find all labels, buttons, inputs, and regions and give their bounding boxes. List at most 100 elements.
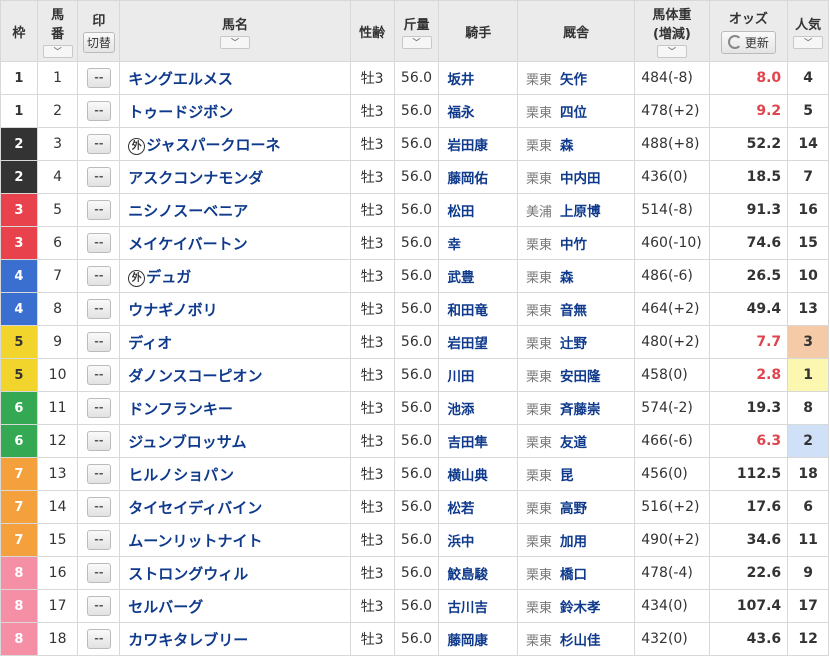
- header-umaban[interactable]: 馬 番 ﹀: [36, 0, 79, 62]
- weight-value: 56.0: [400, 103, 433, 119]
- trainer-region: 美浦: [525, 205, 552, 220]
- horse-name-link[interactable]: ジュンブロッサム: [128, 433, 246, 451]
- weight-value: 56.0: [400, 400, 433, 416]
- horse-name-link[interactable]: キングエルメス: [128, 70, 233, 88]
- odds-value: 19.3: [746, 400, 782, 416]
- mark-select-button[interactable]: --: [86, 497, 111, 517]
- horse-name-link[interactable]: ジャスパークローネ: [146, 136, 280, 154]
- horse-name-link[interactable]: セルバーグ: [128, 598, 203, 616]
- trainer-link[interactable]: 斉藤崇: [560, 402, 601, 418]
- horse-name-link[interactable]: ダノンスコーピオン: [128, 367, 262, 385]
- mark-select-button[interactable]: --: [86, 629, 111, 649]
- refresh-odds-button[interactable]: 更新: [720, 31, 776, 54]
- horse-name-link[interactable]: ウナギノボリ: [128, 301, 217, 319]
- trainer-link[interactable]: 森: [560, 138, 574, 154]
- jockey-link[interactable]: 幸: [447, 237, 461, 253]
- horse-name-link[interactable]: タイセイディバイン: [128, 499, 262, 517]
- trainer-link[interactable]: 辻野: [560, 336, 587, 352]
- mark-select-button[interactable]: --: [86, 233, 111, 253]
- sort-chevron-icon[interactable]: ﹀: [656, 45, 687, 58]
- trainer-link[interactable]: 中内田: [560, 171, 601, 187]
- entry-table: 枠 馬 番 ﹀ 印 切替 馬名 ﹀ 性齢 斤量 ﹀ 騎手 厩舎 馬体重 (増減)…: [0, 0, 829, 656]
- jockey-link[interactable]: 松若: [447, 501, 474, 517]
- horse-name-link[interactable]: トゥードジボン: [128, 103, 233, 121]
- umaban-number: 1: [53, 70, 63, 86]
- jockey-link[interactable]: 藤岡佑: [447, 171, 488, 187]
- header-popularity[interactable]: 人気 ﹀: [787, 0, 829, 62]
- popularity-value: 18: [798, 466, 818, 482]
- jockey-link[interactable]: 藤岡康: [447, 633, 488, 649]
- trainer-link[interactable]: 上原博: [560, 204, 601, 220]
- mark-select-button[interactable]: --: [86, 332, 111, 352]
- sex-age-cell: 牡3: [349, 358, 395, 392]
- jockey-link[interactable]: 岩田望: [447, 336, 488, 352]
- mark-select-button[interactable]: --: [86, 266, 111, 286]
- horse-name-link[interactable]: ヒルノショパン: [128, 466, 234, 484]
- sort-chevron-icon[interactable]: ﹀: [401, 35, 432, 49]
- waku-cell: 4: [0, 292, 38, 326]
- trainer-link[interactable]: 鈴木孝: [560, 600, 601, 616]
- jockey-link[interactable]: 池添: [447, 402, 474, 418]
- jockey-link[interactable]: 古川吉: [447, 600, 488, 616]
- trainer-link[interactable]: 加用: [560, 534, 587, 550]
- jockey-link[interactable]: 浜中: [447, 534, 474, 550]
- horse-name-link[interactable]: ムーンリットナイト: [128, 532, 262, 550]
- trainer-link[interactable]: 高野: [560, 501, 587, 517]
- sort-chevron-icon[interactable]: ﹀: [42, 45, 73, 58]
- jockey-link[interactable]: 福永: [447, 105, 474, 121]
- horse-name-link[interactable]: カワキタレブリー: [128, 631, 248, 649]
- body-weight-cell: 488(+8): [634, 127, 710, 161]
- mark-select-button[interactable]: --: [86, 530, 111, 550]
- mark-select-button[interactable]: --: [86, 101, 111, 121]
- header-horse-name[interactable]: 馬名 ﹀: [119, 0, 351, 62]
- horse-name-link[interactable]: メイケイバートン: [128, 235, 247, 253]
- trainer-cell: 栗東 友道: [516, 424, 636, 458]
- header-weight[interactable]: 斤量 ﹀: [393, 0, 440, 62]
- horse-name-link[interactable]: ニシノスーベニア: [128, 202, 248, 220]
- trainer-link[interactable]: 矢作: [560, 72, 587, 88]
- mark-select-button[interactable]: --: [86, 596, 111, 616]
- trainer-link[interactable]: 昆: [560, 468, 574, 484]
- mark-toggle-button[interactable]: 切替: [82, 31, 115, 53]
- mark-select-button[interactable]: --: [86, 431, 111, 451]
- jockey-link[interactable]: 岩田康: [447, 138, 488, 154]
- sort-chevron-icon[interactable]: ﹀: [793, 35, 824, 49]
- horse-name-link[interactable]: ディオ: [128, 334, 172, 352]
- jockey-link[interactable]: 武豊: [447, 270, 474, 286]
- trainer-link[interactable]: 中竹: [560, 237, 587, 253]
- jockey-link[interactable]: 吉田隼: [447, 435, 488, 451]
- jockey-link[interactable]: 横山典: [447, 468, 488, 484]
- horse-name-link[interactable]: アスクコンナモンダ: [128, 169, 263, 187]
- jockey-link[interactable]: 鮫島駿: [447, 567, 488, 583]
- trainer-link[interactable]: 橋口: [560, 567, 587, 583]
- trainer-link[interactable]: 安田隆: [560, 369, 601, 385]
- mark-select-button[interactable]: --: [86, 134, 111, 154]
- popularity-value: 6: [803, 499, 813, 515]
- trainer-link[interactable]: 音無: [560, 303, 587, 319]
- mark-select-button[interactable]: --: [86, 365, 111, 385]
- trainer-link[interactable]: 杉山佳: [560, 633, 601, 649]
- mark-select-button[interactable]: --: [86, 68, 111, 88]
- mark-select-button[interactable]: --: [86, 167, 111, 187]
- mark-select-button[interactable]: --: [86, 464, 111, 484]
- trainer-link[interactable]: 四位: [560, 105, 587, 121]
- trainer-link[interactable]: 森: [560, 270, 574, 286]
- jockey-link[interactable]: 坂井: [447, 72, 474, 88]
- jockey-link[interactable]: 和田竜: [447, 303, 488, 319]
- jockey-link[interactable]: 川田: [447, 369, 474, 385]
- jockey-link[interactable]: 松田: [447, 204, 474, 220]
- mark-select-button[interactable]: --: [86, 299, 111, 319]
- sort-chevron-icon[interactable]: ﹀: [220, 35, 250, 49]
- table-row: 2 3 -- 外ジャスパークローネ 牡3 56.0 岩田康 栗東森 488(+8) 52.2 14: [0, 127, 829, 161]
- mark-select-button[interactable]: --: [86, 563, 111, 583]
- body-weight-cell: 484(-8): [634, 61, 710, 95]
- mark-select-button[interactable]: --: [86, 200, 111, 220]
- header-odds[interactable]: オッズ 更新: [708, 0, 789, 62]
- horse-name-link[interactable]: ストロングウィル: [128, 565, 248, 583]
- trainer-link[interactable]: 友道: [560, 435, 587, 451]
- mark-select-button[interactable]: --: [86, 398, 111, 418]
- horse-name-link[interactable]: ドンフランキー: [128, 400, 233, 418]
- header-body-weight[interactable]: 馬体重 (増減) ﹀: [634, 0, 710, 62]
- popularity-cell: 10: [787, 259, 829, 293]
- horse-name-link[interactable]: デュガ: [146, 268, 191, 286]
